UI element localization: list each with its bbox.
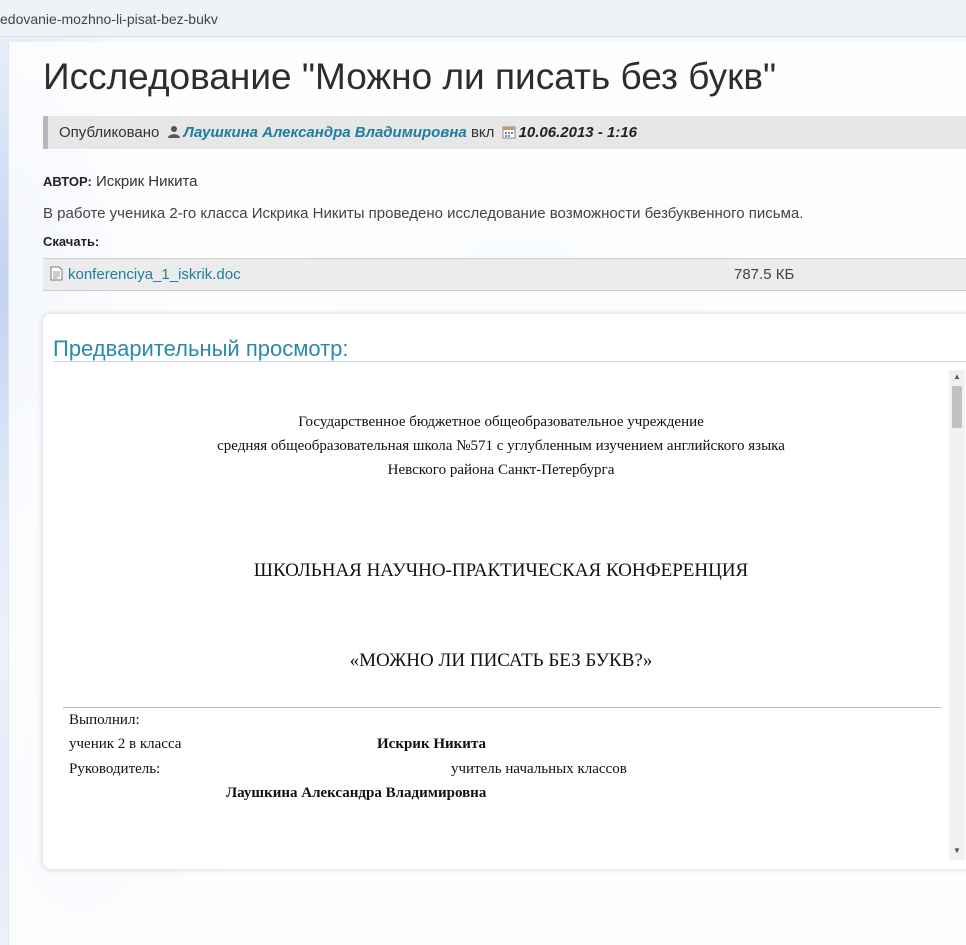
published-label: Опубликовано [59, 124, 160, 141]
browser-address-bar[interactable]: edovanie-mozhno-li-pisat-bez-bukv [0, 0, 966, 37]
publish-date: 10.06.2013 - 1:16 [518, 124, 638, 141]
download-row: konferenciya_1_iskrik.doc 787.5 КБ [43, 258, 966, 291]
doc-conference-title: ШКОЛЬНАЯ НАУЧНО-ПРАКТИЧЕСКАЯ КОНФЕРЕНЦИЯ [253, 560, 749, 581]
preview-scrollbar[interactable]: ▲ ▼ [949, 370, 965, 860]
article-meta-bar: Опубликовано Лаушкина Александра Владими… [43, 116, 966, 149]
download-file-link[interactable]: konferenciya_1_iskrik.doc [68, 266, 241, 283]
doc-supervisor-label: Руководитель: [69, 761, 161, 777]
preview-panel: Предварительный просмотр: Государственно… [43, 314, 966, 869]
download-label: Скачать: [43, 234, 100, 249]
doc-student-label: ученик 2 в класса [69, 736, 182, 752]
doc-supervisor-name: Лаушкина Александра Владимировна [226, 785, 487, 801]
file-size: 787.5 КБ [734, 266, 795, 283]
page-title: Исследование "Можно ли писать без букв" [43, 56, 777, 97]
in-label: вкл [470, 124, 495, 141]
calendar-icon [502, 118, 516, 151]
scroll-up-icon[interactable]: ▲ [953, 372, 961, 381]
doc-supervisor-role: учитель начальных классов [451, 761, 627, 777]
author-link[interactable]: Лаушкина Александра Владимировна [184, 124, 467, 141]
document-icon [50, 266, 63, 285]
doc-divider [63, 707, 941, 708]
doc-header-line-2: средняя общеобразовательная школа №571 с… [217, 438, 785, 454]
preview-divider [53, 361, 966, 362]
author-value: Искрик Никита [96, 173, 198, 190]
doc-student-name: Искрик Никита [377, 736, 486, 752]
scroll-down-icon[interactable]: ▼ [953, 846, 961, 855]
preview-title: Предварительный просмотр: [53, 336, 349, 361]
scrollbar-thumb[interactable] [952, 386, 962, 428]
user-icon [167, 118, 181, 151]
doc-done-by-label: Выполнил: [69, 712, 140, 728]
author-label: АВТОР: [43, 174, 92, 189]
doc-header-line-1: Государственное бюджетное общеобразовате… [298, 414, 704, 430]
article-page: Исследование "Можно ли писать без букв" … [8, 42, 966, 945]
doc-header-line-3: Невского района Санкт-Петербурга [387, 462, 615, 478]
url-text[interactable]: edovanie-mozhno-li-pisat-bez-bukv [0, 11, 218, 27]
article-description: В работе ученика 2-го класса Искрика Ник… [43, 205, 804, 222]
document-preview[interactable]: Государственное бюджетное общеобразовате… [53, 370, 959, 860]
doc-topic: «МОЖНО ЛИ ПИСАТЬ БЕЗ БУКВ?» [349, 650, 653, 671]
author-line: АВТОР: Искрик Никита [43, 173, 198, 190]
